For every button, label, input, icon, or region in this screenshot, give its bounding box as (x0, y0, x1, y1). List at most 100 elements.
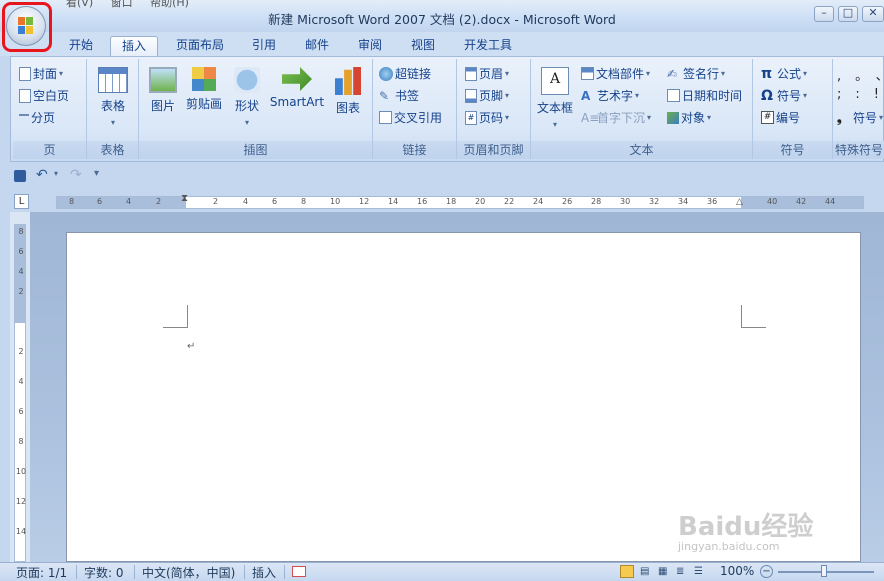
smartart-button[interactable]: SmartArt (267, 67, 327, 109)
outline-view-icon[interactable]: ≣ (676, 566, 684, 577)
page-number-button[interactable]: # 页码 ▾ (465, 109, 509, 126)
ruler-tick: 30 (620, 197, 631, 206)
group-text: A 文本框 ▾ 文档部件 ▾ A 艺术字 ▾ A≡ 首字下沉 ▾ ✍ 签名行 ▾ 日期和时… (531, 59, 753, 159)
special-chars-row-2[interactable]: ;:! (837, 87, 884, 102)
zoom-out-icon[interactable]: − (760, 565, 773, 578)
header-button[interactable]: 页眉 ▾ (465, 65, 509, 82)
menu-help: 帮助(H) (150, 0, 189, 9)
ribbon-tabs: 开始 插入 页面布局 引用 邮件 审阅 视图 开发工具 (0, 32, 884, 56)
cross-reference-label: 交叉引用 (394, 111, 443, 125)
undo-icon[interactable]: ↶ (36, 167, 48, 183)
tab-view[interactable]: 视图 (403, 36, 443, 56)
footer-button[interactable]: 页脚 ▾ (465, 87, 509, 104)
highlight-box (2, 2, 52, 52)
numbering-label: 编号 (776, 111, 801, 125)
numbering-icon: # (761, 111, 774, 124)
tab-stop-selector[interactable]: L (14, 194, 29, 209)
ribbon: 封面 ▾ 空白页 分页 页 表格 ▾ 表格 图片 剪贴画 形状 ▾ SmartA… (10, 56, 884, 162)
equation-button[interactable]: π 公式 ▾ (761, 65, 807, 82)
textbox-label: 文本框 (536, 101, 573, 115)
draft-view-icon[interactable]: ☰ (694, 566, 703, 577)
tab-home[interactable]: 开始 (60, 36, 102, 56)
special-char[interactable]: ; (837, 87, 855, 102)
special-chars-row-1[interactable]: ,。、 (837, 65, 884, 84)
vruler-tick: 2 (18, 287, 24, 296)
tab-developer[interactable]: 开发工具 (456, 36, 520, 56)
hyperlink-button[interactable]: 超链接 (379, 65, 431, 82)
right-indent-icon[interactable]: △ (736, 197, 743, 207)
ruler-tick: 24 (533, 197, 544, 206)
special-char[interactable]: : (855, 87, 873, 102)
signature-line-button[interactable]: ✍ 签名行 ▾ (667, 65, 725, 82)
tab-references[interactable]: 引用 (244, 36, 284, 56)
table-button[interactable]: 表格 ▾ (93, 67, 133, 128)
undo-dropdown-icon[interactable]: ▾ (54, 169, 58, 178)
word-count[interactable]: 字数: 0 (84, 564, 124, 581)
date-time-button[interactable]: 日期和时间 (667, 87, 742, 104)
group-symbols-label: 符号 (753, 141, 832, 159)
zoom-level[interactable]: 100% (720, 564, 754, 578)
special-char[interactable]: 、 (876, 69, 884, 84)
footer-label: 页脚 (479, 89, 504, 103)
tab-insert[interactable]: 插入 (110, 36, 158, 56)
special-symbol-button[interactable]: ❟ 符号 ▾ (837, 109, 883, 126)
chart-button[interactable]: 图表 (329, 67, 367, 116)
bookmark-icon: ✎ (379, 88, 390, 103)
page-break-button[interactable]: 分页 (19, 109, 55, 126)
object-button[interactable]: 对象 ▾ (667, 109, 711, 126)
cross-reference-button[interactable]: 交叉引用 (379, 109, 442, 126)
ruler-tick: 22 (504, 197, 515, 206)
page-number-icon: # (465, 110, 477, 125)
page-count[interactable]: 页面: 1/1 (16, 564, 67, 581)
calendar-icon (667, 89, 680, 102)
vertical-ruler[interactable]: 8 6 4 2 2 4 6 8 10 12 14 (14, 224, 26, 562)
horizontal-ruler[interactable]: 8 6 4 2 2 4 6 8 10 12 14 16 18 20 22 24 26 28 30 32 34 36 40 42… (56, 193, 864, 209)
pi-icon: π (761, 65, 773, 82)
shapes-button[interactable]: 形状 ▾ (229, 67, 265, 128)
drop-cap-button[interactable]: A≡ 首字下沉 ▾ (581, 109, 651, 126)
tab-mailings[interactable]: 邮件 (297, 36, 337, 56)
title-bar: 看(V) 窗口 帮助(H) 新建 Microsoft Word 2007 文档 … (0, 0, 884, 32)
special-char[interactable]: , (837, 69, 855, 84)
special-char[interactable]: 。 (855, 69, 876, 84)
save-icon[interactable] (14, 170, 26, 182)
symbol-button[interactable]: Ω 符号 ▾ (761, 87, 807, 104)
full-screen-view-icon[interactable]: ▤ (640, 566, 649, 577)
quick-parts-button[interactable]: 文档部件 ▾ (581, 65, 650, 82)
web-layout-view-icon[interactable]: ▦ (658, 566, 667, 577)
indent-marker-icon[interactable]: ⧗ (181, 193, 188, 204)
cover-page-icon (19, 66, 31, 81)
clipart-label: 剪贴画 (185, 97, 222, 111)
special-char[interactable]: ! (874, 87, 884, 102)
insert-mode[interactable]: 插入 (252, 564, 276, 581)
picture-button[interactable]: 图片 (145, 67, 181, 114)
smartart-label: SmartArt (269, 95, 325, 109)
macro-record-icon[interactable] (292, 566, 306, 577)
tab-page-layout[interactable]: 页面布局 (170, 36, 230, 56)
ruler-tick: 14 (388, 197, 399, 206)
cross-reference-icon (379, 111, 392, 124)
group-special-symbols: ,。、 ;:! ❟ 符号▾ 特殊符号 (833, 59, 884, 159)
clipart-button[interactable]: 剪贴画 (183, 67, 225, 112)
close-button[interactable]: ✕ (862, 6, 884, 22)
zoom-slider-thumb[interactable] (821, 565, 827, 577)
cover-page-button[interactable]: 封面 ▾ (19, 65, 63, 82)
group-table: 表格 ▾ 表格 (87, 59, 139, 159)
numbering-button[interactable]: # 编号 (761, 109, 800, 126)
textbox-button[interactable]: A 文本框 ▾ (535, 67, 575, 130)
ruler-tick: 40 (767, 197, 778, 206)
header-icon (465, 66, 477, 81)
redo-icon[interactable]: ↷ (70, 167, 82, 183)
wordart-button[interactable]: A 艺术字 ▾ (581, 87, 639, 104)
signature-line-label: 签名行 (683, 67, 720, 81)
minimize-button[interactable]: – (814, 6, 834, 22)
customize-toolbar-icon[interactable]: ▾ (94, 168, 99, 179)
bookmark-button[interactable]: ✎ 书签 (379, 87, 419, 104)
drop-cap-label: 首字下沉 (597, 111, 646, 125)
language-status[interactable]: 中文(简体，中国) (142, 564, 235, 581)
tab-review[interactable]: 审阅 (350, 36, 390, 56)
group-header-footer: 页眉 ▾ 页脚 ▾ # 页码 ▾ 页眉和页脚 (457, 59, 531, 159)
blank-page-button[interactable]: 空白页 (19, 87, 69, 104)
print-layout-view-icon[interactable] (620, 565, 634, 578)
maximize-button[interactable]: □ (838, 6, 858, 22)
